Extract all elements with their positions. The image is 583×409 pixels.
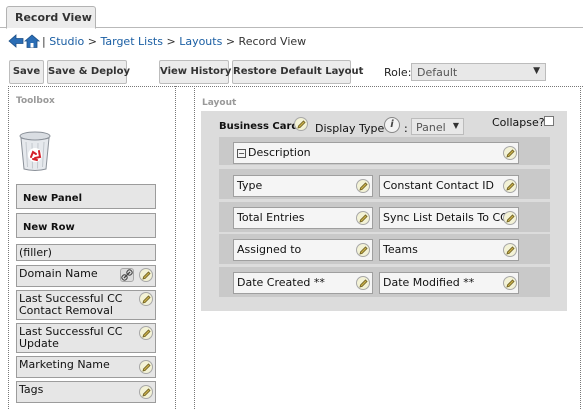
breadcrumb-target-lists[interactable]: Target Lists — [100, 35, 163, 48]
field-sync-list-details[interactable]: Sync List Details To CC — [379, 207, 519, 229]
toolbox-field-label: Last Successful CC Contact Removal — [19, 292, 123, 317]
collapse-label: Collapse? — [492, 116, 545, 129]
role-select-value: Default — [417, 66, 458, 79]
toolbox-field-last-cc-update[interactable]: Last Successful CC Update — [16, 323, 156, 353]
field-description[interactable]: − Description — [233, 142, 519, 164]
edit-pencil-icon[interactable] — [503, 179, 517, 193]
breadcrumb-separator: > — [166, 35, 176, 48]
edit-pencil-icon[interactable] — [356, 243, 370, 257]
field-label: Assigned to — [237, 243, 302, 256]
edit-pencil-icon[interactable] — [503, 243, 517, 257]
edit-pencil-icon[interactable] — [356, 211, 370, 225]
tab-bar: Record View — [0, 0, 583, 29]
display-type-label: Display Type — [315, 122, 385, 135]
toolbox-title: Toolbox — [16, 96, 55, 106]
back-home-icons — [8, 33, 42, 48]
save-button[interactable]: Save — [9, 60, 44, 84]
edit-pencil-icon[interactable] — [356, 179, 370, 193]
toolbox-field-label: Marketing Name — [19, 358, 110, 371]
field-constant-contact-id[interactable]: Constant Contact ID — [379, 175, 519, 197]
layout-border-left — [194, 86, 195, 409]
toolbox-field-label: Tags — [19, 383, 44, 396]
field-label: Teams — [383, 243, 418, 256]
role-select[interactable]: Default ▼ — [411, 63, 546, 81]
tab-record-view[interactable]: Record View — [6, 6, 96, 29]
restore-default-layout-button[interactable]: Restore Default Layout — [232, 60, 363, 84]
save-deploy-button[interactable]: Save & Deploy — [47, 60, 130, 84]
field-label: Total Entries — [237, 211, 305, 224]
field-teams[interactable]: Teams — [379, 239, 519, 261]
toolbox-border-left — [8, 86, 9, 409]
breadcrumb-current: Record View — [238, 35, 307, 48]
home-icon[interactable] — [23, 34, 41, 48]
edit-pencil-icon[interactable] — [139, 385, 153, 399]
trash-icon[interactable] — [17, 130, 53, 172]
chevron-down-icon: ▼ — [533, 66, 540, 76]
edit-pencil-icon[interactable] — [139, 292, 153, 306]
toolbox-border-right — [175, 86, 176, 409]
layout-border-right — [580, 86, 581, 409]
view-history-button[interactable]: View History — [159, 60, 231, 84]
role-label: Role: — [384, 66, 412, 79]
info-icon[interactable]: i — [384, 117, 400, 133]
edit-pencil-icon[interactable] — [356, 276, 370, 290]
toolbox-field-domain-name[interactable]: Domain Name — [16, 265, 156, 287]
field-date-created[interactable]: Date Created ** — [233, 272, 373, 294]
display-type-colon: : — [404, 122, 408, 135]
toolbox-field-marketing-name[interactable]: Marketing Name — [16, 356, 156, 378]
toolbox-field-last-cc-contact-removal[interactable]: Last Successful CC Contact Removal — [16, 290, 156, 320]
edit-pencil-icon[interactable] — [139, 268, 153, 282]
toolbox-new-panel[interactable]: New Panel — [16, 184, 156, 209]
field-label: Type — [237, 179, 263, 192]
field-label: Sync List Details To CC — [383, 211, 508, 224]
panel-name: Business Card — [219, 121, 299, 132]
edit-pencil-icon[interactable] — [503, 276, 517, 290]
toolbox-field-tags[interactable]: Tags — [16, 381, 156, 403]
field-label: Constant Contact ID — [383, 179, 494, 192]
collapse-minus-icon[interactable]: − — [237, 149, 246, 158]
link-icon[interactable] — [120, 268, 134, 282]
breadcrumb-divider: | — [42, 35, 46, 48]
breadcrumb-studio[interactable]: Studio — [49, 35, 84, 48]
edit-pencil-icon[interactable] — [139, 360, 153, 374]
toolbox-field-label: Last Successful CC Update — [19, 325, 123, 350]
field-label: Date Created ** — [237, 276, 325, 289]
breadcrumb-separator: > — [225, 35, 236, 48]
field-label: Description — [248, 146, 311, 159]
edit-pencil-icon[interactable] — [503, 211, 517, 225]
field-type[interactable]: Type — [233, 175, 373, 197]
collapse-checkbox[interactable] — [544, 116, 554, 126]
toolbox-field-label: Domain Name — [19, 267, 98, 280]
display-type-value: Panel — [416, 121, 446, 134]
back-arrow-icon[interactable] — [8, 34, 24, 48]
field-date-modified[interactable]: Date Modified ** — [379, 272, 519, 294]
edit-pencil-icon[interactable] — [503, 146, 517, 160]
edit-pencil-icon[interactable] — [139, 326, 153, 340]
toolbox-filler[interactable]: (filler) — [16, 244, 156, 261]
field-total-entries[interactable]: Total Entries — [233, 207, 373, 229]
edit-pencil-icon[interactable] — [294, 117, 308, 131]
layout-title: Layout — [202, 98, 237, 108]
panel-divider-top — [8, 86, 583, 87]
breadcrumb-layouts[interactable]: Layouts — [179, 35, 222, 48]
toolbox-new-row[interactable]: New Row — [16, 213, 156, 238]
chevron-down-icon: ▼ — [452, 121, 459, 130]
field-label: Date Modified ** — [383, 276, 475, 289]
breadcrumb-separator: > — [87, 35, 97, 48]
display-type-select[interactable]: Panel ▼ — [411, 118, 464, 135]
field-assigned-to[interactable]: Assigned to — [233, 239, 373, 261]
